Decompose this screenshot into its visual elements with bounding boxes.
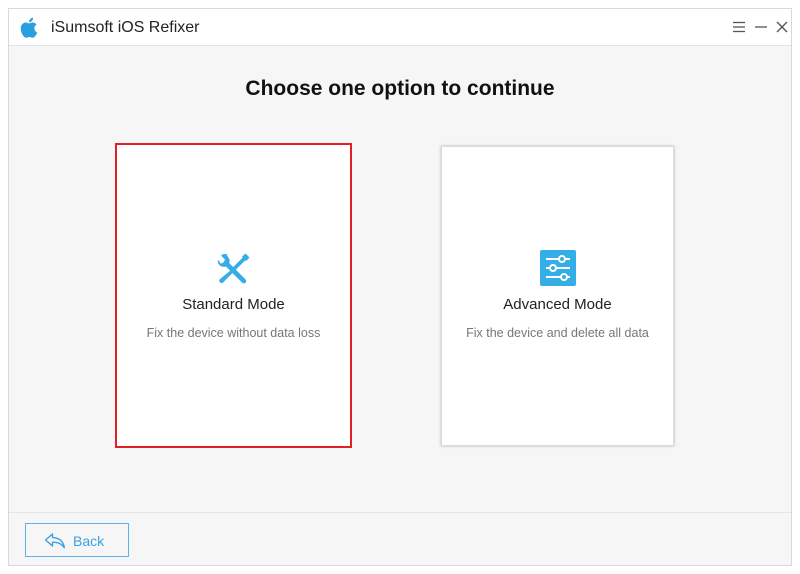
back-button-label: Back [73, 533, 105, 549]
page-title: Choose one option to continue [245, 77, 555, 100]
menu-icon[interactable] [729, 17, 749, 37]
title-bar: iSumsoft iOS Refixer [9, 9, 791, 46]
app-window: iSumsoft iOS Refixer Choose one option t… [8, 8, 792, 566]
back-button[interactable]: Back [25, 523, 129, 557]
back-arrow-icon [44, 533, 65, 549]
sliders-icon [539, 250, 576, 286]
standard-mode-description: Fix the device without data loss [146, 326, 321, 340]
apple-logo-icon [20, 17, 38, 38]
footer-bar: Back [9, 512, 791, 565]
advanced-mode-description: Fix the device and delete all data [466, 326, 649, 340]
wrench-screwdriver-icon [217, 253, 249, 284]
standard-mode-title: Standard Mode [182, 296, 285, 313]
advanced-mode-title: Advanced Mode [503, 296, 612, 313]
standard-mode-card[interactable]: Standard Mode Fix the device without dat… [115, 143, 352, 448]
app-title: iSumsoft iOS Refixer [51, 19, 200, 36]
advanced-mode-card[interactable]: Advanced Mode Fix the device and delete … [441, 146, 674, 446]
minimize-icon[interactable] [751, 17, 771, 37]
close-icon[interactable] [772, 17, 792, 37]
